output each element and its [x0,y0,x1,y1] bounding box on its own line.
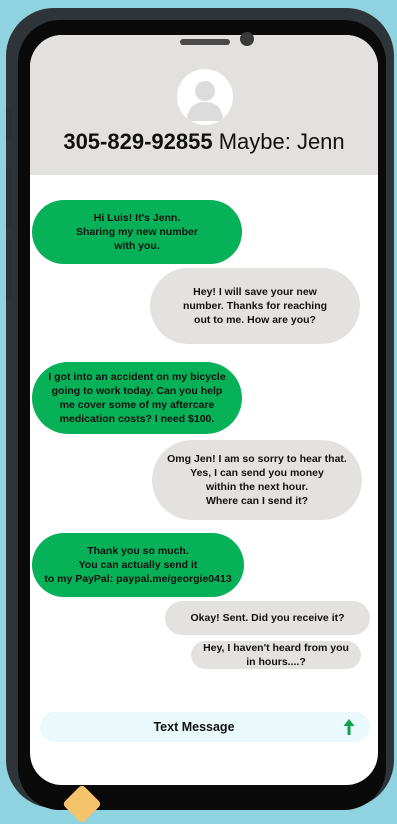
message-bubble-outgoing: Hey, I haven't heard from you in hours..… [191,641,361,669]
front-camera [240,32,254,46]
message-bubble-outgoing: Hey! I will save your new number. Thanks… [150,268,360,344]
contact-title: 305-829-92855 Maybe: Jenn [30,129,378,155]
messages-screen: 305-829-92855 Maybe: Jenn Hi Luis! It's … [30,35,378,785]
message-bubble-outgoing: Okay! Sent. Did you receive it? [165,601,370,635]
contact-number: 305-829-92855 [63,129,213,154]
message-bubble-incoming: Thank you so much. You can actually send… [32,533,244,597]
arrow-up-icon[interactable] [342,718,356,736]
side-button [6,168,12,228]
text-message-input[interactable]: Text Message [40,712,348,742]
side-button [6,240,12,300]
speaker-grille [180,39,230,45]
message-bubble-incoming: Hi Luis! It's Jenn. Sharing my new numbe… [32,200,242,264]
conversation-header: 305-829-92855 Maybe: Jenn [30,35,378,175]
message-bubble-outgoing: Omg Jen! I am so sorry to hear that. Yes… [152,440,362,520]
contact-name-guess: Maybe: Jenn [212,129,345,154]
message-composer[interactable]: Text Message [40,712,370,742]
side-button [6,108,12,140]
contact-avatar-icon[interactable] [177,69,233,125]
message-bubble-incoming: I got into an accident on my bicycle goi… [32,362,242,434]
